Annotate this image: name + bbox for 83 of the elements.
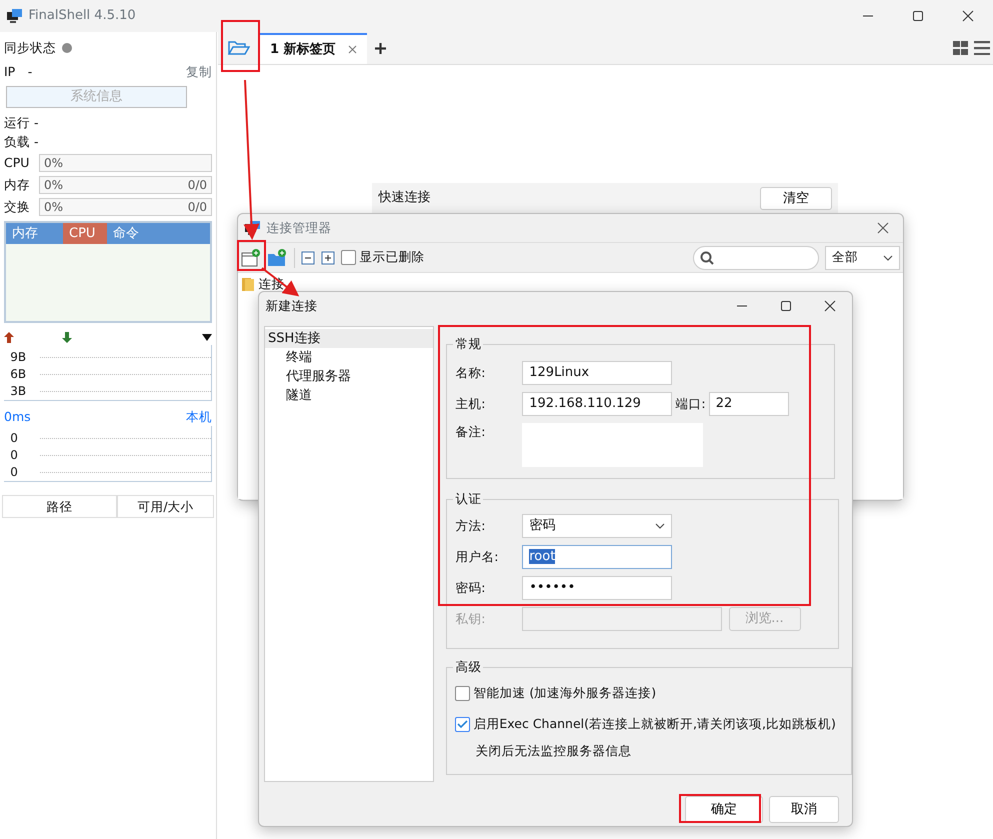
ip-label: IP [4, 62, 16, 81]
axis-tick: 0 [9, 447, 19, 464]
load-text: 负载 - [4, 133, 40, 151]
add-tab-icon[interactable] [375, 43, 386, 54]
app-icon [6, 8, 22, 24]
meter-ratio: 0/0 [188, 177, 207, 194]
status-dot [62, 43, 72, 53]
nav-item[interactable]: 隧道 [265, 386, 433, 405]
close-icon[interactable] [824, 300, 836, 312]
search-field[interactable] [692, 246, 819, 270]
axis-tick: 3B [9, 383, 28, 400]
field-label: 备注: [455, 423, 486, 441]
dropdown-arrow-icon [202, 334, 212, 341]
field-label: 端口: [675, 394, 706, 413]
folder-icon [241, 276, 256, 292]
field-label: 方法: [455, 516, 486, 535]
username-field[interactable]: root [522, 545, 672, 569]
checkbox-label: 启用Exec Channel(若连接上就被断开,请关闭该项,比如跳板机) [473, 714, 836, 733]
collapse-icon[interactable] [300, 250, 315, 264]
window-title: FinalShell 4.5.10 [28, 7, 136, 26]
maximize-icon[interactable] [912, 10, 924, 22]
nav-item[interactable]: SSH连接 [265, 329, 433, 348]
meter-percent: 0% [44, 177, 64, 194]
close-icon[interactable] [962, 10, 974, 22]
meter-label: 内存 [4, 176, 31, 194]
checkbox-label: 智能加速 (加速海外服务器连接) [473, 684, 656, 702]
method-dropdown[interactable]: 密码 [522, 514, 672, 538]
clear-button[interactable]: 清空 [760, 186, 832, 210]
field-label: 用户名: [455, 548, 500, 566]
host-field[interactable]: 192.168.110.129 [522, 392, 672, 416]
download-arrow-icon [62, 332, 72, 343]
ping-target[interactable]: 本机 [186, 408, 212, 426]
folder-icon[interactable] [228, 40, 250, 56]
port-field[interactable]: 22 [708, 392, 789, 416]
upload-arrow-icon [4, 332, 14, 343]
note-text: 关闭后无法监控服务器信息 [475, 742, 632, 760]
window-title: 连接管理器 [266, 218, 332, 237]
search-icon [700, 250, 714, 264]
uptime-text: 运行 - [4, 114, 40, 132]
quick-connect-title: 快速连接 [378, 189, 430, 208]
checkbox[interactable] [341, 250, 356, 265]
password-field[interactable]: •••••• [522, 576, 672, 600]
dialog-title: 新建连接 [265, 296, 318, 315]
highlight-frame [237, 240, 266, 271]
chevron-down-icon [655, 523, 666, 529]
copy-link[interactable]: 复制 [186, 62, 212, 82]
ok-button[interactable]: 确定 [684, 796, 763, 823]
sync-status-label: 同步状态 [4, 38, 56, 57]
maximize-icon[interactable] [780, 300, 792, 312]
ping-value: 0ms [4, 408, 31, 426]
new-connection-icon[interactable] [241, 248, 262, 266]
nav-item[interactable]: 终端 [265, 348, 433, 367]
new-folder-icon[interactable] [267, 248, 288, 266]
axis-tick: 9B [9, 349, 28, 366]
meter-ratio: 0/0 [188, 199, 207, 216]
field-label: 名称: [455, 364, 486, 382]
axis-tick: 6B [9, 366, 28, 383]
field-label: 密码: [455, 578, 486, 597]
chevron-down-icon [882, 254, 893, 260]
process-tab[interactable]: CPU [63, 223, 107, 244]
ip-value: - [28, 62, 32, 81]
close-icon[interactable] [876, 222, 889, 234]
meter-percent: 0% [44, 199, 64, 216]
cancel-button[interactable]: 取消 [769, 796, 839, 823]
list-view-icon[interactable] [974, 41, 990, 55]
field-label: 私钥: [455, 610, 486, 628]
column-header[interactable]: 可用/大小 [117, 494, 214, 518]
grid-view-icon[interactable] [952, 41, 968, 55]
meter-label: 交换 [4, 198, 31, 216]
name-field[interactable]: 129Linux [522, 361, 672, 385]
highlight-frame [221, 20, 260, 72]
nav-item[interactable]: 代理服务器 [265, 367, 433, 386]
axis-tick: 0 [9, 430, 19, 447]
field-label: 主机: [455, 394, 486, 413]
filter-dropdown[interactable]: 全部 [824, 246, 900, 270]
meter-percent: 0% [44, 155, 64, 172]
checkbox-label: 显示已删除 [360, 248, 424, 266]
column-header[interactable]: 路径 [2, 494, 117, 518]
meter-label: CPU [4, 154, 30, 172]
checkbox[interactable] [455, 716, 470, 732]
expand-icon[interactable] [321, 250, 336, 264]
checkbox[interactable] [455, 686, 470, 701]
axis-tick: 0 [9, 464, 19, 481]
